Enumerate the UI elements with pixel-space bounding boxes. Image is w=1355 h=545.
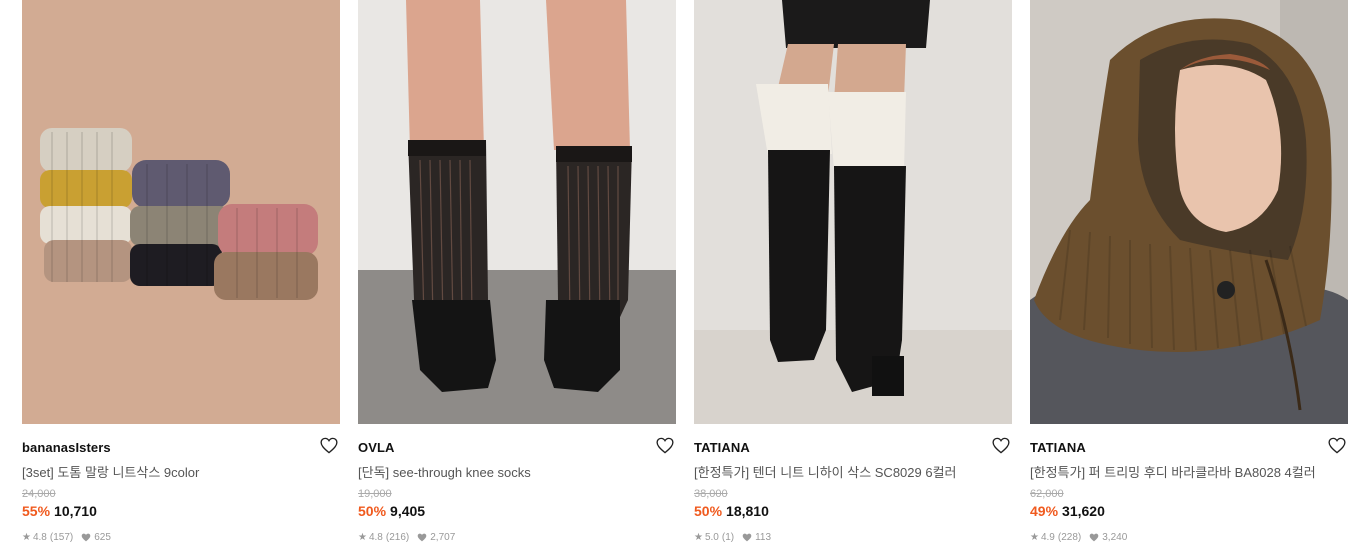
sale-price: 10,710 (54, 503, 97, 519)
heart-outline-icon[interactable] (1328, 437, 1346, 454)
review-count: (157) (49, 532, 74, 543)
product-card[interactable]: TATIANA [한정특가] 텐더 니트 니하이 삭스 SC8029 6컬러 3… (694, 0, 1012, 545)
star-icon: ★ (1030, 532, 1039, 543)
review-count: (1) (721, 532, 735, 543)
original-price: 38,000 (694, 488, 728, 500)
rating-value: 4.8 (32, 532, 47, 543)
sale-price: 31,620 (1062, 503, 1105, 519)
review-count: (216) (385, 532, 410, 543)
brand-name[interactable]: TATIANA (694, 440, 750, 455)
rating-value: 4.8 (368, 532, 383, 543)
rating-value: 5.0 (704, 532, 719, 543)
product-meta: ★ 4.8 (157) 625 (22, 532, 111, 543)
product-title[interactable]: [한정특가] 퍼 트리밍 후디 바라클라바 BA8028 4컬러 (1030, 462, 1316, 481)
discount-rate: 50% (358, 503, 387, 519)
original-price: 62,000 (1030, 488, 1064, 500)
price-row: 50% 18,810 (694, 503, 769, 519)
like-count: 3,240 (1102, 532, 1128, 543)
product-grid: bananasIsters [3set] 도톰 말랑 니트삭스 9color 2… (0, 0, 1355, 545)
product-card[interactable]: TATIANA [한정특가] 퍼 트리밍 후디 바라클라바 BA8028 4컬러… (1030, 0, 1348, 545)
product-meta: ★ 4.8 (216) 2,707 (358, 532, 455, 543)
discount-rate: 55% (22, 503, 51, 519)
brand-name[interactable]: OVLA (358, 440, 395, 455)
like-count: 2,707 (430, 532, 456, 543)
product-image[interactable] (694, 0, 1012, 424)
original-price: 24,000 (22, 488, 56, 500)
product-title[interactable]: [단독] see-through knee socks (358, 462, 531, 481)
discount-rate: 49% (1030, 503, 1059, 519)
product-meta: ★ 4.9 (228) 3,240 (1030, 532, 1127, 543)
heart-outline-icon[interactable] (320, 437, 338, 454)
product-title[interactable]: [한정특가] 텐더 니트 니하이 삭스 SC8029 6컬러 (694, 462, 957, 481)
product-meta: ★ 5.0 (1) 113 (694, 532, 771, 543)
heart-filled-icon (742, 533, 752, 542)
product-card[interactable]: OVLA [단독] see-through knee socks 19,000 … (358, 0, 676, 545)
brand-name[interactable]: bananasIsters (22, 440, 111, 455)
original-price: 19,000 (358, 488, 392, 500)
star-icon: ★ (694, 532, 703, 543)
price-row: 50% 9,405 (358, 503, 425, 519)
product-image[interactable] (1030, 0, 1348, 424)
heart-filled-icon (81, 533, 91, 542)
brand-row: OVLA (358, 437, 676, 457)
heart-filled-icon (1089, 533, 1099, 542)
product-image[interactable] (22, 0, 340, 424)
star-icon: ★ (22, 532, 31, 543)
sale-price: 9,405 (390, 503, 426, 519)
brand-row: TATIANA (1030, 437, 1348, 457)
sale-price: 18,810 (726, 503, 769, 519)
rating-value: 4.9 (1040, 532, 1055, 543)
price-row: 49% 31,620 (1030, 503, 1105, 519)
discount-rate: 50% (694, 503, 723, 519)
heart-outline-icon[interactable] (992, 437, 1010, 454)
product-title[interactable]: [3set] 도톰 말랑 니트삭스 9color (22, 462, 199, 481)
brand-name[interactable]: TATIANA (1030, 440, 1086, 455)
heart-outline-icon[interactable] (656, 437, 674, 454)
product-image[interactable] (358, 0, 676, 424)
product-card[interactable]: bananasIsters [3set] 도톰 말랑 니트삭스 9color 2… (22, 0, 340, 545)
brand-row: TATIANA (694, 437, 1012, 457)
review-count: (228) (1057, 532, 1082, 543)
brand-row: bananasIsters (22, 437, 340, 457)
like-count: 625 (94, 532, 111, 543)
price-row: 55% 10,710 (22, 503, 97, 519)
heart-filled-icon (417, 533, 427, 542)
star-icon: ★ (358, 532, 367, 543)
like-count: 113 (755, 532, 772, 543)
